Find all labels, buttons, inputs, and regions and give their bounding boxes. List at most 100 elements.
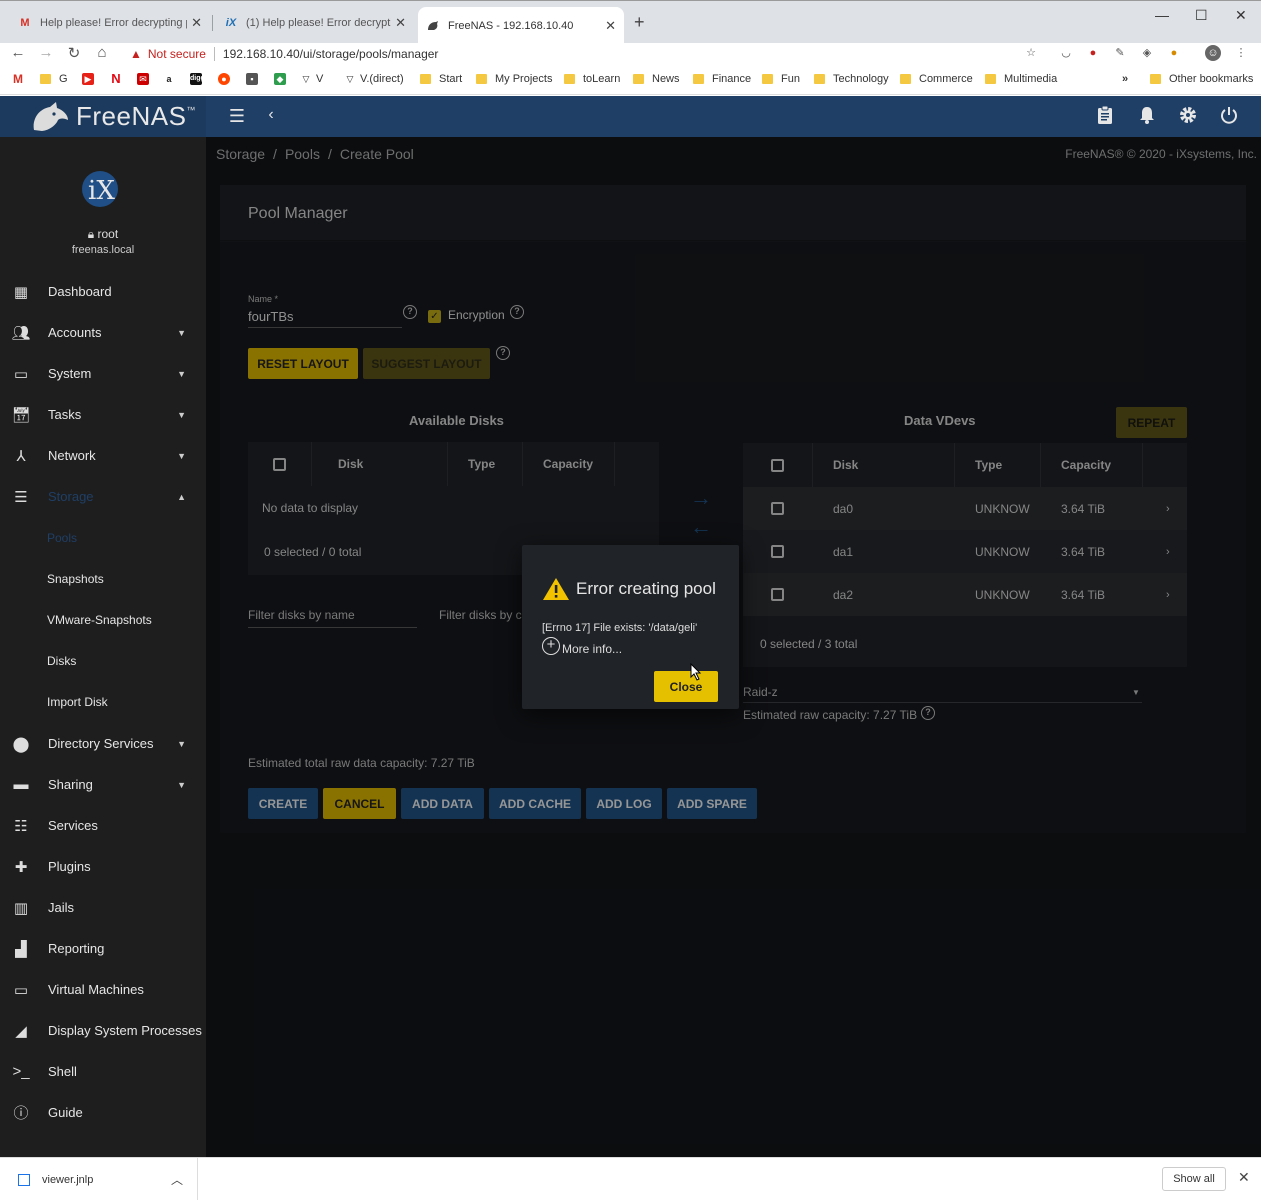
tab-close-icon[interactable]: ✕ <box>605 18 616 34</box>
omnibox[interactable]: ▲ Not secure 192.168.10.40/ui/storage/po… <box>120 43 1050 65</box>
close-downloads-icon[interactable]: ✕ <box>1238 1169 1250 1186</box>
minimize-icon[interactable]: — <box>1155 7 1169 23</box>
sidebar-item-system[interactable]: ▭ System ▼ <box>0 353 206 394</box>
sidebar-item-display-system-processes[interactable]: ◢ Display System Processes <box>0 1010 206 1051</box>
settings-gear-icon[interactable] <box>1177 106 1199 129</box>
sidebar-item-storage[interactable]: ☰ Storage ▲ <box>0 476 206 517</box>
bookmark-folder[interactable]: Multimedia <box>985 73 1057 85</box>
sidebar-item-label: Accounts <box>48 325 102 340</box>
ublock-icon[interactable]: ● <box>1085 45 1101 61</box>
sidebar-item-plugins[interactable]: ✚ Plugins <box>0 846 206 887</box>
folder-icon <box>633 74 644 84</box>
site-bookmark[interactable]: ▪ <box>246 73 262 85</box>
extension-icon[interactable]: ✎ <box>1112 45 1128 61</box>
sharing-icon: ▬ <box>13 776 29 793</box>
new-tab-button[interactable]: + <box>634 12 645 33</box>
digg-bookmark[interactable]: digg <box>190 73 206 85</box>
freenas-icon <box>426 19 440 33</box>
pocket-icon[interactable]: ◡ <box>1058 45 1074 61</box>
bookmark-folder[interactable]: My Projects <box>476 73 552 85</box>
browser-tab-2[interactable]: iX (1) Help please! Error decrypting ✕ <box>216 9 414 37</box>
window-close-icon[interactable]: ✕ <box>1235 7 1247 24</box>
bookmark-folder[interactable]: toLearn <box>564 73 620 85</box>
warning-triangle-icon: ▲ <box>130 47 142 61</box>
back-arrow-icon[interactable]: ← <box>8 44 28 61</box>
clipboard-icon[interactable] <box>1094 105 1116 129</box>
sidebar-item-dashboard[interactable]: ▦ Dashboard <box>0 271 206 312</box>
sidebar-subitem-disks[interactable]: Disks <box>47 640 76 681</box>
bookmark-folder[interactable]: Technology <box>814 73 889 85</box>
maximize-icon[interactable]: ☐ <box>1195 7 1208 24</box>
reddit-bookmark[interactable]: ● <box>218 73 234 85</box>
freenas-logo[interactable]: FreeNAS ™ <box>0 96 206 137</box>
dashboard-icon: ▦ <box>13 283 29 301</box>
home-icon[interactable]: ⌂ <box>92 44 112 61</box>
sidebar-subitem-import-disk[interactable]: Import Disk <box>47 681 108 722</box>
tab-close-icon[interactable]: ✕ <box>191 15 202 31</box>
menu-dots-icon[interactable]: ⋮ <box>1233 45 1249 61</box>
url-text[interactable]: 192.168.10.40/ui/storage/pools/manager <box>223 47 439 61</box>
sidebar-item-label: Network <box>48 448 96 463</box>
show-all-button[interactable]: Show all <box>1162 1167 1226 1191</box>
bookmark-folder[interactable]: Commerce <box>900 73 973 85</box>
logo-text: FreeNAS <box>76 101 187 131</box>
bookmark-folder[interactable]: Fun <box>762 73 800 85</box>
cookie-icon[interactable]: ● <box>1166 45 1182 61</box>
bookmark-v-direct[interactable]: ▽ V.(direct) <box>344 73 404 85</box>
sidebar-item-virtual-machines[interactable]: ▭ Virtual Machines <box>0 969 206 1010</box>
browser-tab-3[interactable]: FreeNAS - 192.168.10.40 ✕ <box>418 7 624 44</box>
bookmark-g[interactable]: G <box>40 73 68 85</box>
bookmark-folder[interactable]: Start <box>420 73 462 85</box>
sidebar-item-sharing[interactable]: ▬ Sharing ▼ <box>0 764 206 805</box>
chevron-up-icon[interactable]: ︿ <box>171 1171 183 1188</box>
power-icon[interactable] <box>1218 106 1240 129</box>
youtube-bookmark[interactable]: ▶ <box>82 73 98 85</box>
sidebar-item-accounts[interactable]: 👥︎ Accounts ▼ <box>0 312 206 353</box>
download-item[interactable]: viewer.jnlp ︿ <box>0 1158 198 1200</box>
amazon-bookmark[interactable]: a <box>163 73 179 85</box>
hamburger-menu-icon[interactable]: ☰ <box>226 106 248 127</box>
folder-icon <box>40 74 51 84</box>
sidebar-item-shell[interactable]: >_ Shell <box>0 1051 206 1092</box>
tab-title: Help please! Error decrypting po <box>40 17 188 29</box>
sidebar-item-network[interactable]: ⅄ Network ▼ <box>0 435 206 476</box>
more-info-toggle[interactable]: + More info... <box>542 637 622 656</box>
reload-icon[interactable]: ↻ <box>64 44 84 62</box>
tab-title: FreeNAS - 192.168.10.40 <box>448 19 574 32</box>
bookmark-v[interactable]: ▽ V <box>300 73 324 85</box>
bookmark-star-icon[interactable]: ☆ <box>1023 45 1039 61</box>
bookmark-label: Multimedia <box>1004 73 1058 85</box>
mail-bookmark[interactable]: ✉ <box>137 73 153 85</box>
sidebar-item-jails[interactable]: ▥ Jails <box>0 887 206 928</box>
v-icon: ▽ <box>346 74 354 84</box>
sidebar-subitem-snapshots[interactable]: Snapshots <box>47 558 104 599</box>
other-bookmarks[interactable]: Other bookmarks <box>1150 73 1253 85</box>
sidebar-item-tasks[interactable]: 📅︎ Tasks ▼ <box>0 394 206 435</box>
guide-icon: ⓘ <box>13 1105 29 1122</box>
browser-tab-1[interactable]: M Help please! Error decrypting po ✕ <box>10 9 210 37</box>
collapse-sidebar-icon[interactable]: ‹ <box>260 106 282 124</box>
notifications-bell-icon[interactable] <box>1136 106 1158 129</box>
netflix-bookmark[interactable]: N <box>110 72 126 85</box>
bookmarks-overflow-button[interactable]: » <box>1122 73 1128 85</box>
sidebar-item-services[interactable]: ☷ Services <box>0 805 206 846</box>
site-bookmark[interactable]: ◆ <box>274 73 290 85</box>
sidebar-item-guide[interactable]: ⓘ Guide <box>0 1092 206 1133</box>
sidebar-item-directory-services[interactable]: ⬤ Directory Services ▼ <box>0 723 206 764</box>
tab-close-icon[interactable]: ✕ <box>395 15 406 31</box>
sidebar-item-label: Guide <box>48 1105 83 1120</box>
bookmark-folder[interactable]: News <box>633 73 680 85</box>
extension-icon[interactable]: ◈ <box>1139 45 1155 61</box>
bookmark-folder[interactable]: Finance <box>693 73 751 85</box>
sidebar-item-label: Reporting <box>48 941 105 956</box>
profile-avatar[interactable]: ☺ <box>1205 45 1221 61</box>
gmail-bookmark[interactable]: M <box>12 73 28 85</box>
v-icon: ▽ <box>302 74 310 84</box>
sidebar-subitem-vmware-snapshots[interactable]: VMware-Snapshots <box>47 599 152 640</box>
not-secure-label[interactable]: Not secure <box>148 47 206 61</box>
forward-arrow-icon[interactable]: → <box>36 44 56 61</box>
sidebar-subitem-pools[interactable]: Pools <box>47 517 77 558</box>
sidebar-item-reporting[interactable]: ▟ Reporting <box>0 928 206 969</box>
close-button[interactable]: Close <box>654 671 718 702</box>
gmail-icon: M <box>13 72 23 86</box>
